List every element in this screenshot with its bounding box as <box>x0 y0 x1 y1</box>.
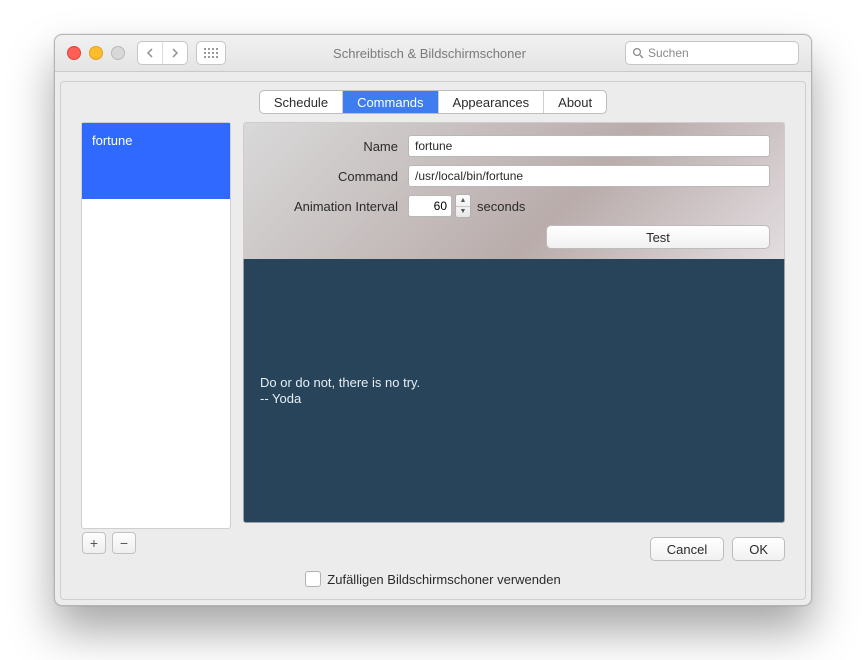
tab-schedule[interactable]: Schedule <box>260 91 342 113</box>
tab-appearances[interactable]: Appearances <box>438 91 544 113</box>
interval-unit: seconds <box>477 199 525 214</box>
tabs: Schedule Commands Appearances About <box>61 90 805 114</box>
interval-field[interactable] <box>408 195 452 217</box>
chevron-right-icon[interactable] <box>162 42 187 64</box>
command-form: Name Command Animation Interval ▲ <box>243 122 785 553</box>
command-label: Command <box>258 169 408 184</box>
show-all-button[interactable] <box>196 41 226 65</box>
checkbox-icon[interactable] <box>305 571 321 587</box>
test-button[interactable]: Test <box>546 225 770 249</box>
name-label: Name <box>258 139 408 154</box>
remove-button[interactable]: − <box>112 532 136 554</box>
preview-area: Do or do not, there is no try. -- Yoda <box>243 259 785 523</box>
command-field[interactable] <box>408 165 770 187</box>
minimize-window-button[interactable] <box>89 46 103 60</box>
stepper-up-icon[interactable]: ▲ <box>456 195 470 206</box>
list-item[interactable]: fortune <box>82 123 230 199</box>
close-window-button[interactable] <box>67 46 81 60</box>
preferences-window: Schreibtisch & Bildschirmschoner Suchen … <box>54 34 812 606</box>
footer: Cancel OK Zufälligen Bildschirmschoner v… <box>81 571 785 587</box>
traffic-lights <box>67 46 125 60</box>
nav-back-forward[interactable] <box>137 41 188 65</box>
grid-icon <box>197 42 225 64</box>
plus-icon: + <box>90 535 98 551</box>
search-placeholder: Suchen <box>648 46 792 60</box>
commands-panel: fortune + − Name <box>81 122 785 553</box>
cancel-button[interactable]: Cancel <box>650 537 724 561</box>
ok-button[interactable]: OK <box>732 537 785 561</box>
tab-commands[interactable]: Commands <box>342 91 437 113</box>
minus-icon: − <box>120 535 128 551</box>
random-screensaver-label: Zufälligen Bildschirmschoner verwenden <box>327 572 560 587</box>
commands-list: fortune + − <box>81 122 231 529</box>
titlebar: Schreibtisch & Bildschirmschoner Suchen <box>55 35 811 72</box>
tab-about[interactable]: About <box>543 91 606 113</box>
zoom-window-button <box>111 46 125 60</box>
stepper-down-icon[interactable]: ▼ <box>456 206 470 218</box>
random-screensaver-checkbox[interactable]: Zufälligen Bildschirmschoner verwenden <box>305 571 560 587</box>
search-field[interactable]: Suchen <box>625 41 799 65</box>
chevron-left-icon[interactable] <box>138 42 162 64</box>
interval-stepper[interactable]: ▲ ▼ <box>455 194 471 218</box>
interval-label: Animation Interval <box>258 199 408 214</box>
add-button[interactable]: + <box>82 532 106 554</box>
search-icon <box>632 47 644 59</box>
content-sheet: Schedule Commands Appearances About fort… <box>60 81 806 600</box>
name-field[interactable] <box>408 135 770 157</box>
window-title: Schreibtisch & Bildschirmschoner <box>234 46 625 61</box>
preview-text: Do or do not, there is no try. -- Yoda <box>260 375 420 407</box>
